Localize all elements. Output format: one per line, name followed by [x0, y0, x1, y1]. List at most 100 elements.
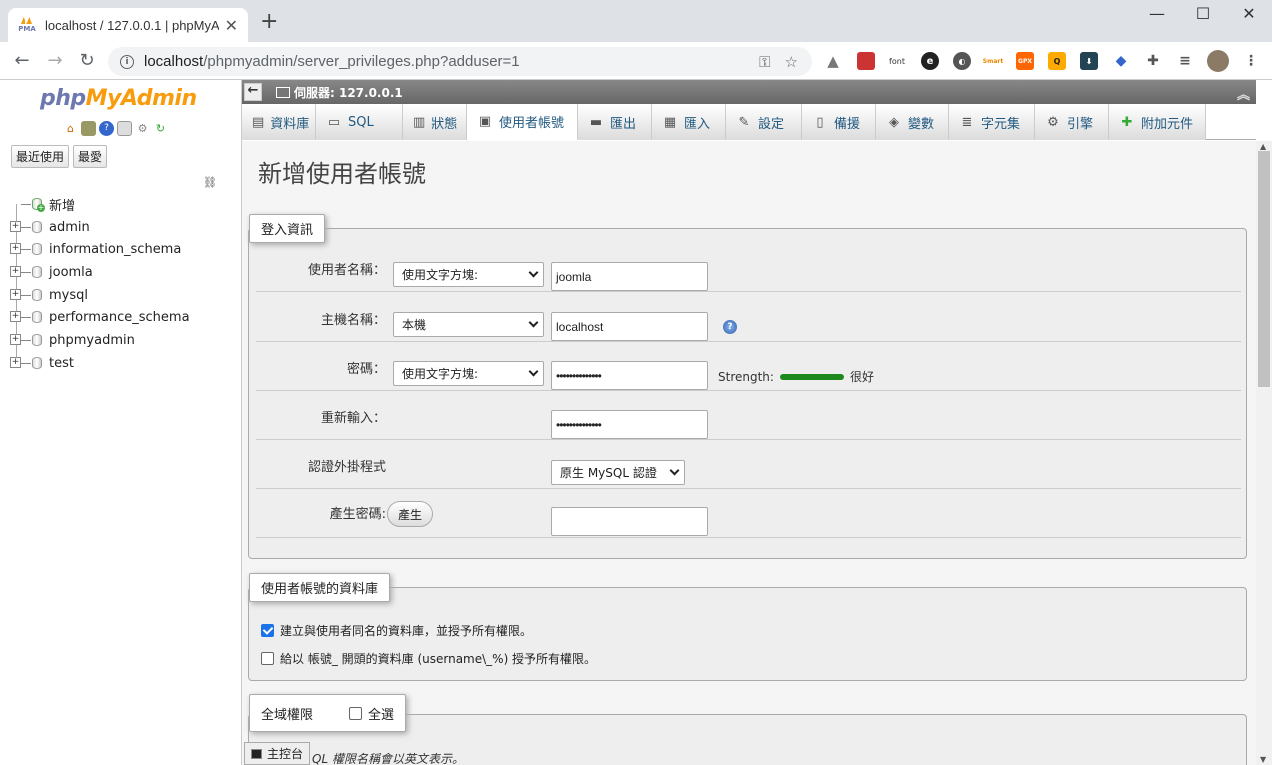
scrollbar-thumb[interactable]	[1258, 151, 1270, 387]
tab-replication[interactable]: ▯ 備援	[802, 104, 876, 140]
back-arrow-icon[interactable]: ←	[10, 50, 34, 71]
tab-users[interactable]: ▣ 使用者帳號	[467, 104, 578, 140]
site-info-icon[interactable]: i	[120, 54, 134, 69]
tab-label: 匯入	[684, 116, 711, 132]
scroll-up-icon[interactable]: ▲	[1260, 142, 1266, 151]
collapse-topbar-icon[interactable]: ︽	[1237, 84, 1250, 103]
smart-extension-icon[interactable]: Smart	[983, 52, 1003, 70]
generate-password-button[interactable]: 產生	[387, 501, 434, 527]
logout-icon[interactable]	[81, 121, 96, 136]
server-label[interactable]: 伺服器: 127.0.0.1	[294, 84, 403, 101]
scroll-down-icon[interactable]: ▼	[1260, 755, 1266, 764]
phpmyadmin-logo[interactable]: phpMyAdmin	[40, 86, 197, 111]
password-input[interactable]: ••••••••••••••	[551, 361, 708, 390]
address-bar[interactable]: i localhost/phpmyadmin/server_privileges…	[108, 47, 812, 76]
book-extension-icon[interactable]	[857, 52, 875, 70]
browser-tab[interactable]: PMA localhost / 127.0.0.1 | phpMyAdmin ✕	[8, 8, 248, 42]
link-with-main-icon[interactable]: ⛓	[203, 176, 217, 189]
generated-password-input[interactable]	[551, 507, 708, 536]
grant-wildcard-checkbox[interactable]	[261, 652, 274, 665]
tree-database-item[interactable]: + test	[8, 352, 190, 375]
expand-icon[interactable]: +	[10, 266, 21, 278]
help-icon[interactable]: ?	[723, 320, 737, 334]
create-db-checkbox[interactable]	[261, 624, 274, 637]
expand-icon[interactable]: +	[10, 356, 21, 368]
tree-branch	[21, 204, 31, 205]
e-extension-icon[interactable]: e	[921, 52, 939, 70]
tab-database[interactable]: ▤ 資料庫	[242, 104, 316, 140]
host-input[interactable]: localhost	[551, 312, 708, 341]
select-all-checkbox[interactable]	[349, 706, 363, 720]
tab-sql[interactable]: ▭ SQL	[316, 104, 403, 140]
favorites-button[interactable]: 最愛	[73, 145, 108, 168]
select-all-label[interactable]: 全選	[368, 704, 394, 723]
phpmyadmin-favicon-icon: PMA	[18, 17, 36, 33]
q-extension-icon[interactable]: Q	[1048, 52, 1066, 70]
tree-database-item[interactable]: + performance_schema	[8, 306, 190, 329]
retype-password-input[interactable]: ••••••••••••••	[551, 410, 708, 439]
browser-menu-icon[interactable]: ⋮	[1242, 52, 1260, 70]
expand-icon[interactable]: +	[10, 334, 21, 346]
expand-icon[interactable]: +	[10, 311, 21, 323]
tab-status[interactable]: ▥ 狀態	[403, 104, 467, 140]
tab-engine[interactable]: ⚙ 引擎	[1035, 104, 1109, 140]
home-icon[interactable]: ⌂	[63, 121, 78, 136]
forward-arrow-icon[interactable]: →	[43, 50, 67, 71]
create-db-option[interactable]: 建立與使用者同名的資料庫，並授予所有權限。	[261, 622, 532, 639]
new-tab-button[interactable]: +	[260, 11, 278, 33]
close-window-icon[interactable]: ✕	[1226, 4, 1272, 23]
console-toggle[interactable]: 主控台	[244, 742, 311, 765]
reload-nav-icon[interactable]: ↻	[153, 121, 168, 136]
username-type-select[interactable]: 使用文字方塊:	[393, 262, 544, 287]
username-input[interactable]: joomla	[551, 262, 708, 291]
tab-settings[interactable]: ✎ 設定	[726, 104, 802, 140]
recent-button[interactable]: 最近使用	[11, 145, 70, 168]
docs-icon[interactable]	[117, 121, 132, 136]
password-type-select[interactable]: 使用文字方塊:	[393, 361, 544, 386]
bookmark-star-icon[interactable]: ☆	[785, 53, 798, 71]
main-scrollbar[interactable]: ▲ ▼	[1256, 141, 1272, 765]
expand-icon[interactable]: +	[10, 220, 21, 232]
grant-wildcard-option[interactable]: 給以 帳號_ 開頭的資料庫 (username\_%) 授予所有權限。	[261, 650, 596, 667]
tab-charset[interactable]: ≣ 字元集	[949, 104, 1035, 140]
media-queue-icon[interactable]: ≡	[1176, 52, 1194, 70]
gpx-extension-icon[interactable]: GPX	[1016, 52, 1034, 70]
reload-icon[interactable]: ↻	[75, 50, 99, 71]
server-menu: ▤ 資料庫 ▭ SQL ▥ 狀態 ▣ 使用者帳號 ▬ 匯出 ▦ 匯入 ✎ 設定 ▯ 備援 ◈ 變數 ≣ 字元集 ⚙ 引擎 ✚…	[242, 104, 1256, 140]
help-icon[interactable]: ?	[99, 121, 114, 136]
expand-icon[interactable]: +	[10, 243, 21, 255]
create-db-label[interactable]: 建立與使用者同名的資料庫，並授予所有權限。	[280, 622, 532, 639]
tab-plugins[interactable]: ✚ 附加元件	[1109, 104, 1206, 140]
tree-database-item[interactable]: + admin	[8, 216, 190, 239]
variables-icon: ◈	[889, 114, 899, 130]
database-name: mysql	[49, 287, 88, 303]
moon-extension-icon[interactable]: ◐	[953, 52, 971, 70]
collapse-nav-icon[interactable]: ←	[244, 83, 262, 101]
tab-variables[interactable]: ◈ 變數	[876, 104, 949, 140]
tab-label: 資料庫	[270, 116, 310, 132]
close-tab-icon[interactable]: ✕	[225, 16, 238, 35]
maximize-window-icon[interactable]: ☐	[1180, 4, 1226, 23]
profile-avatar[interactable]	[1207, 50, 1229, 72]
minimize-window-icon[interactable]: —	[1134, 4, 1180, 23]
tree-database-item[interactable]: + phpmyadmin	[8, 329, 190, 352]
tree-database-item[interactable]: + mysql	[8, 284, 190, 307]
grant-wildcard-label[interactable]: 給以 帳號_ 開頭的資料庫 (username\_%) 授予所有權限。	[280, 650, 596, 667]
tree-database-item[interactable]: + joomla	[8, 261, 190, 284]
database-icon	[32, 356, 42, 369]
download-extension-icon[interactable]: ⬇	[1080, 52, 1098, 70]
key-icon[interactable]: ⚿	[759, 53, 770, 71]
settings-gear-icon[interactable]: ⚙	[135, 121, 150, 136]
tab-label: 備援	[834, 116, 861, 132]
auth-plugin-select[interactable]: 原生 MySQL 認證	[551, 460, 685, 485]
host-type-select[interactable]: 本機	[393, 312, 544, 337]
puzzle-extensions-icon[interactable]: ✚	[1144, 52, 1162, 70]
font-extension-icon[interactable]: font	[886, 52, 908, 70]
expand-icon[interactable]: +	[10, 288, 21, 300]
drive-extension-icon[interactable]: ▲	[824, 52, 842, 70]
tree-database-item[interactable]: + information_schema	[8, 238, 190, 261]
tab-export[interactable]: ▬ 匯出	[578, 104, 652, 140]
graduation-extension-icon[interactable]: ◆	[1112, 52, 1130, 70]
tree-new-database[interactable]: + 新增	[8, 193, 190, 216]
tab-import[interactable]: ▦ 匯入	[652, 104, 726, 140]
